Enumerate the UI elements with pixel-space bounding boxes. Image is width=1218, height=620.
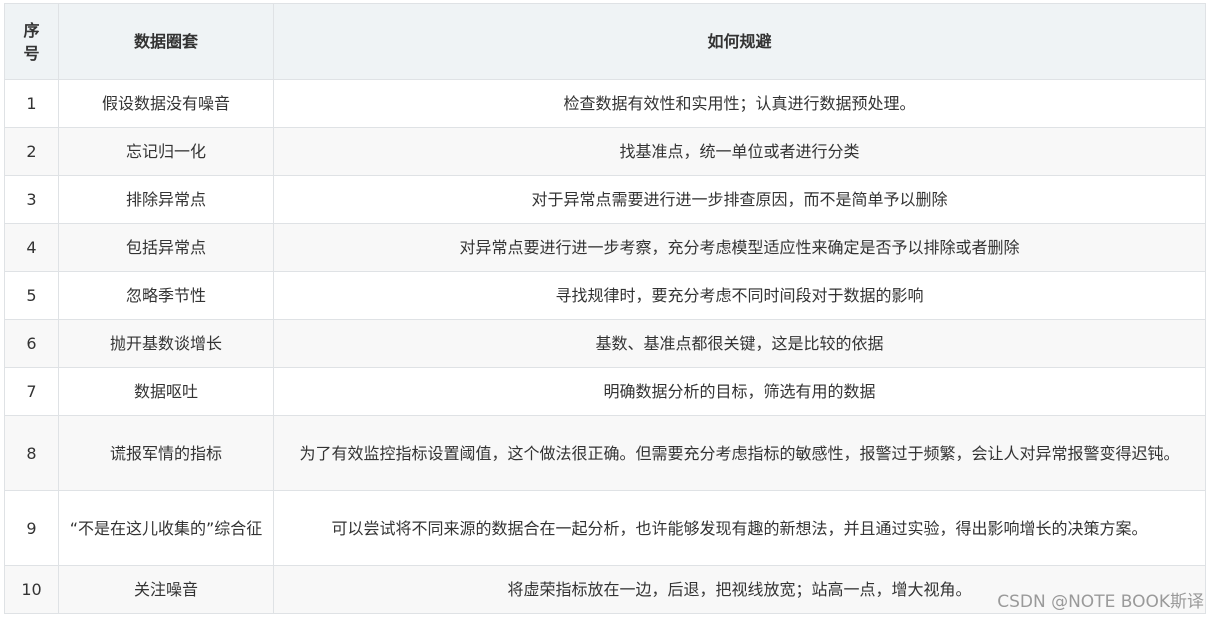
row-avoid: 为了有效监控指标设置阈值，这个做法很正确。但需要充分考虑指标的敏感性，报警过于频…: [273, 415, 1206, 491]
data-traps-table: 序号 数据圈套 如何规避 1 假设数据没有噪音 检查数据有效性和实用性；认真进行…: [4, 3, 1206, 614]
row-index: 4: [4, 223, 59, 272]
table-row: 5 忽略季节性 寻找规律时，要充分考虑不同时间段对于数据的影响: [4, 271, 1206, 320]
row-index: 9: [4, 490, 59, 566]
row-trap: 关注噪音: [58, 565, 274, 614]
row-index: 8: [4, 415, 59, 491]
row-index: 6: [4, 319, 59, 368]
header-trap: 数据圈套: [58, 3, 274, 80]
row-avoid: 明确数据分析的目标，筛选有用的数据: [273, 367, 1206, 416]
row-trap: 排除异常点: [58, 175, 274, 224]
table-header: 序号 数据圈套 如何规避: [4, 3, 1206, 80]
table-row: 3 排除异常点 对于异常点需要进行进一步排查原因，而不是简单予以删除: [4, 175, 1206, 224]
row-trap: 忘记归一化: [58, 127, 274, 176]
header-index: 序号: [4, 3, 59, 80]
table-row: 4 包括异常点 对异常点要进行进一步考察，充分考虑模型适应性来确定是否予以排除或…: [4, 223, 1206, 272]
table-row: 1 假设数据没有噪音 检查数据有效性和实用性；认真进行数据预处理。: [4, 79, 1206, 128]
csdn-watermark: CSDN @NOTE BOOK斯译: [997, 592, 1204, 612]
row-index: 5: [4, 271, 59, 320]
row-index: 3: [4, 175, 59, 224]
row-avoid: 对于异常点需要进行进一步排查原因，而不是简单予以删除: [273, 175, 1206, 224]
row-trap: 假设数据没有噪音: [58, 79, 274, 128]
row-avoid: 可以尝试将不同来源的数据合在一起分析，也许能够发现有趣的新想法，并且通过实验，得…: [273, 490, 1206, 566]
row-trap: 抛开基数谈增长: [58, 319, 274, 368]
table-row: 7 数据呕吐 明确数据分析的目标，筛选有用的数据: [4, 367, 1206, 416]
table-row: 6 抛开基数谈增长 基数、基准点都很关键，这是比较的依据: [4, 319, 1206, 368]
row-trap: 谎报军情的指标: [58, 415, 274, 491]
header-row: 序号 数据圈套 如何规避: [4, 3, 1206, 80]
row-index: 2: [4, 127, 59, 176]
row-avoid: 基数、基准点都很关键，这是比较的依据: [273, 319, 1206, 368]
row-avoid: 找基准点，统一单位或者进行分类: [273, 127, 1206, 176]
row-avoid: 对异常点要进行进一步考察，充分考虑模型适应性来确定是否予以排除或者删除: [273, 223, 1206, 272]
row-index: 10: [4, 565, 59, 614]
row-trap: “不是在这儿收集的”综合征: [58, 490, 274, 566]
row-avoid: 寻找规律时，要充分考虑不同时间段对于数据的影响: [273, 271, 1206, 320]
header-avoid: 如何规避: [273, 3, 1206, 80]
table-row: 8 谎报军情的指标 为了有效监控指标设置阈值，这个做法很正确。但需要充分考虑指标…: [4, 415, 1206, 491]
row-index: 1: [4, 79, 59, 128]
row-trap: 数据呕吐: [58, 367, 274, 416]
row-trap: 包括异常点: [58, 223, 274, 272]
table-row: 9 “不是在这儿收集的”综合征 可以尝试将不同来源的数据合在一起分析，也许能够发…: [4, 490, 1206, 566]
row-avoid: 检查数据有效性和实用性；认真进行数据预处理。: [273, 79, 1206, 128]
row-index: 7: [4, 367, 59, 416]
row-trap: 忽略季节性: [58, 271, 274, 320]
table-body: 1 假设数据没有噪音 检查数据有效性和实用性；认真进行数据预处理。 2 忘记归一…: [4, 79, 1206, 614]
table-row: 2 忘记归一化 找基准点，统一单位或者进行分类: [4, 127, 1206, 176]
